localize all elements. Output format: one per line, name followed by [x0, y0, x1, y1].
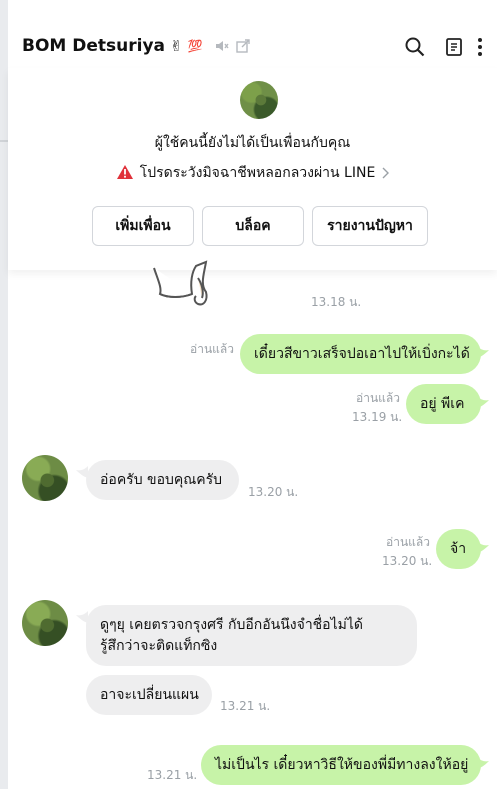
- scam-warning-text: โปรดระวังมิจฉาชีพหลอกลวงผ่าน LINE: [139, 165, 376, 181]
- more-vertical-icon[interactable]: [475, 36, 485, 58]
- message-text: อ่อครับ ขอบคุณครับ: [100, 472, 223, 488]
- message-timestamp: 13.19 น.: [352, 410, 403, 424]
- hundred-points-emoji: 💯: [187, 39, 203, 53]
- incoming-message-bubble[interactable]: อ่อครับ ขอบคุณครับ: [86, 460, 239, 500]
- contact-title: BOM Detsuriya ✌ 💯: [22, 36, 251, 56]
- message-text: ไม่เป็นไร เดี๋ยวหาวิธีให้ของพี่มีทางลงให…: [215, 757, 469, 773]
- read-receipt: อ่านแล้ว: [386, 535, 430, 549]
- left-strip: [0, 0, 8, 789]
- block-button[interactable]: บล็อค: [202, 206, 304, 246]
- message-timestamp: 13.21 น.: [220, 699, 271, 713]
- outgoing-message-bubble[interactable]: จ้า: [436, 529, 481, 569]
- sticker-image[interactable]: [148, 258, 210, 310]
- incoming-message-bubble[interactable]: อาจะเปลี่ยนแผน: [86, 675, 212, 715]
- message-timestamp: 13.21 น.: [147, 768, 198, 782]
- outgoing-message-bubble[interactable]: ไม่เป็นไร เดี๋ยวหาวิธีให้ของพี่มีทางลงให…: [201, 745, 481, 785]
- bubble-tail: [477, 396, 489, 408]
- not-friend-panel: ผู้ใช้คนนี้ยังไม่ได้เป็นเพื่อนกับคุณ โปร…: [8, 68, 497, 270]
- external-window-icon[interactable]: [235, 38, 251, 54]
- not-friend-notice: ผู้ใช้คนนี้ยังไม่ได้เป็นเพื่อนกับคุณ: [154, 135, 351, 151]
- message-timestamp: 13.20 น.: [248, 485, 299, 499]
- incoming-message-bubble[interactable]: ดูๆยุ เคยตรวจกรุงศรี กับอีกอันนึงจำชื่อไ…: [86, 605, 417, 666]
- message-timestamp: 13.20 น.: [382, 554, 433, 568]
- sender-avatar[interactable]: [22, 600, 68, 646]
- bubble-tail: [477, 541, 489, 553]
- search-icon[interactable]: [404, 36, 426, 58]
- contact-name: BOM Detsuriya: [22, 36, 165, 56]
- message-text-line: รู้สึกว่าจะติดแท็กซิง: [100, 638, 218, 654]
- victory-hand-emoji: ✌: [170, 37, 183, 55]
- report-button[interactable]: รายงานปัญหา: [312, 206, 428, 246]
- read-receipt: อ่านแล้ว: [190, 342, 234, 356]
- chevron-right-icon: [382, 167, 390, 179]
- scam-warning[interactable]: โปรดระวังมิจฉาชีพหลอกลวงผ่าน LINE: [8, 162, 497, 184]
- message-text-line: ดูๆยุ เคยตรวจกรุงศรี กับอีกอันนึงจำชื่อไ…: [100, 617, 363, 633]
- outgoing-message-bubble[interactable]: อยู่ พีเค: [406, 384, 481, 424]
- add-friend-button[interactable]: เพิ่มเพื่อน: [92, 206, 194, 246]
- divider: [0, 140, 8, 142]
- warning-icon: [116, 165, 133, 179]
- message-text: อยู่ พีเค: [420, 396, 465, 412]
- sticker-timestamp: 13.18 น.: [311, 295, 362, 309]
- mute-speaker-icon[interactable]: [214, 38, 230, 54]
- bubble-tail: [477, 346, 489, 358]
- message-text: อาจะเปลี่ยนแผน: [100, 687, 199, 703]
- message-text: จ้า: [450, 541, 467, 557]
- notes-icon[interactable]: [443, 36, 465, 58]
- sender-avatar[interactable]: [22, 455, 68, 501]
- bubble-tail: [477, 757, 489, 769]
- outgoing-message-bubble[interactable]: เดี๋ยวสีขาวเสร็จปอเอาไปให้เบิ่งกะได้: [240, 334, 481, 374]
- read-receipt: อ่านแล้ว: [356, 391, 400, 405]
- message-text: เดี๋ยวสีขาวเสร็จปอเอาไปให้เบิ่งกะได้: [254, 346, 470, 362]
- contact-avatar[interactable]: [240, 81, 278, 119]
